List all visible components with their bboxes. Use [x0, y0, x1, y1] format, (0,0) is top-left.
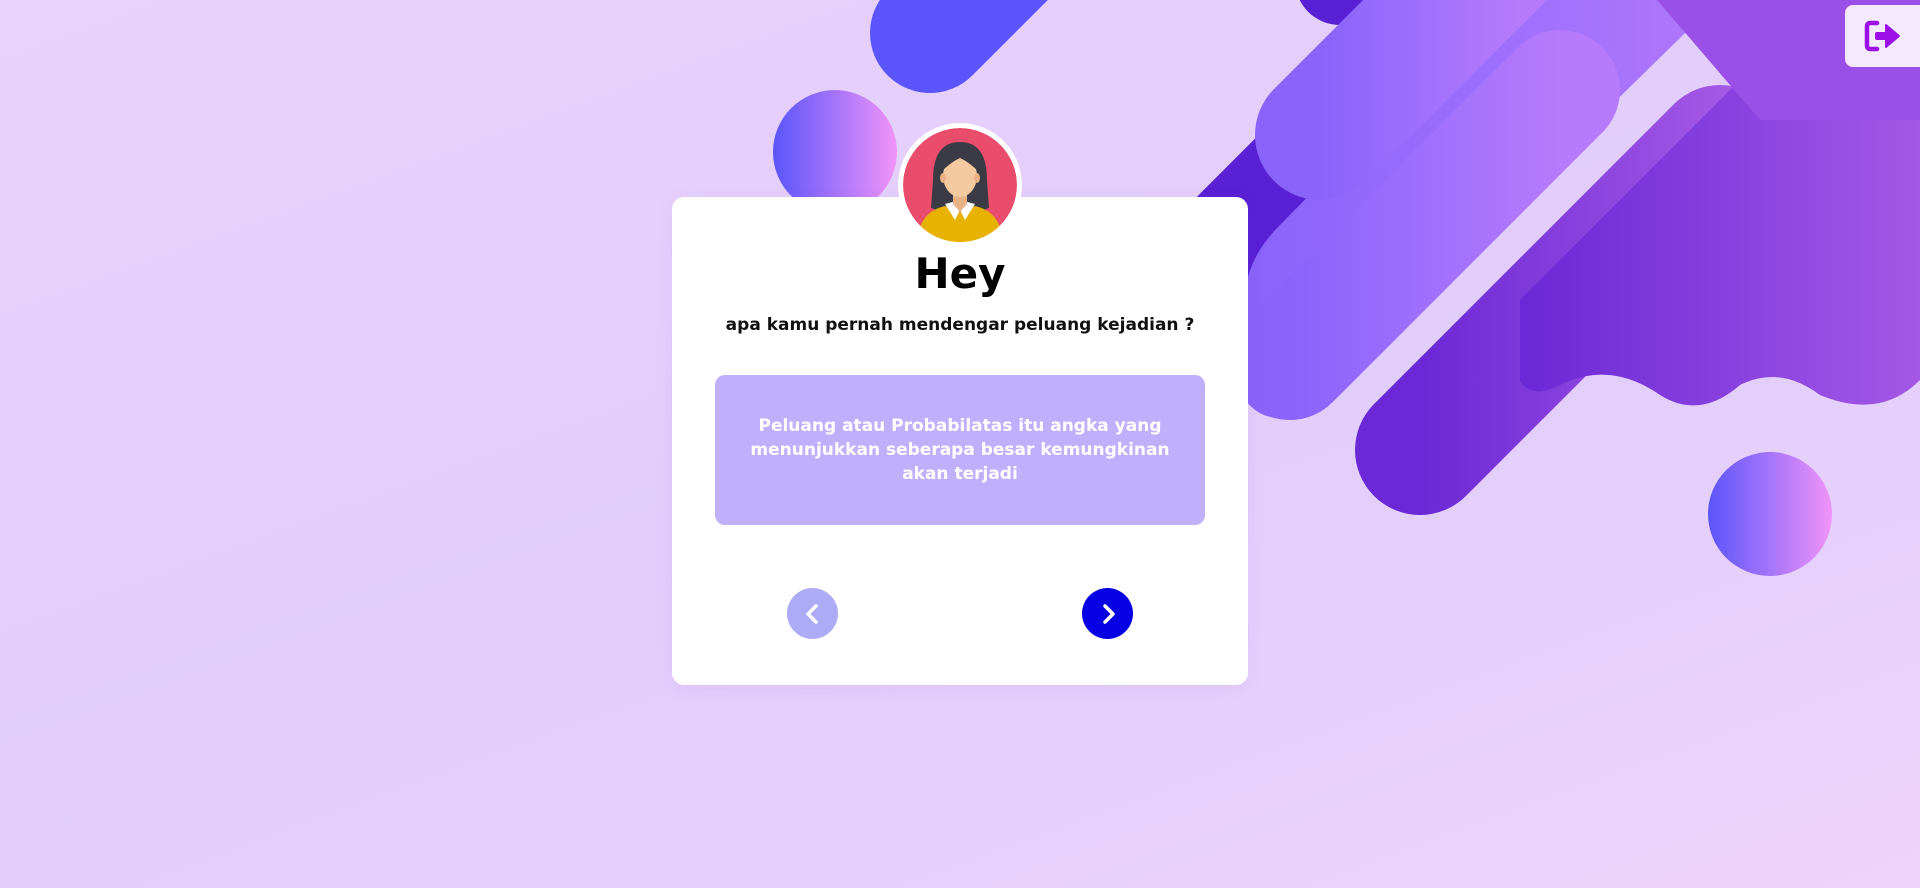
info-box: Peluang atau Probabilatas itu angka yang… [715, 375, 1205, 525]
gradient-orb-right [1708, 452, 1832, 576]
avatar [898, 123, 1022, 247]
lavender-wave-shape [1245, 0, 1719, 418]
lavender-top-capsule-shape [1255, 0, 1547, 200]
lavender-capsule-shape [1230, 30, 1620, 420]
dialog-card: Hey apa kamu pernah mendengar peluang ke… [672, 197, 1248, 685]
deep-violet-capsule-shape [1355, 85, 1785, 515]
sign-out-icon [1864, 20, 1900, 52]
card-title: Hey [914, 249, 1006, 298]
card-question: apa kamu pernah mendengar peluang kejadi… [725, 315, 1195, 335]
info-text: Peluang atau Probabilatas itu angka yang… [750, 416, 1170, 484]
chevron-left-icon [805, 603, 818, 624]
gradient-orb-left [773, 90, 897, 214]
woman-avatar-icon [903, 128, 1017, 242]
prev-button[interactable] [787, 588, 838, 639]
dark-violet-band-shape [1182, 0, 1478, 293]
chevron-right-icon [1102, 603, 1115, 624]
blue-capsule-shape [870, 0, 1048, 93]
next-button[interactable] [1082, 588, 1133, 639]
logout-button[interactable] [1845, 5, 1920, 67]
